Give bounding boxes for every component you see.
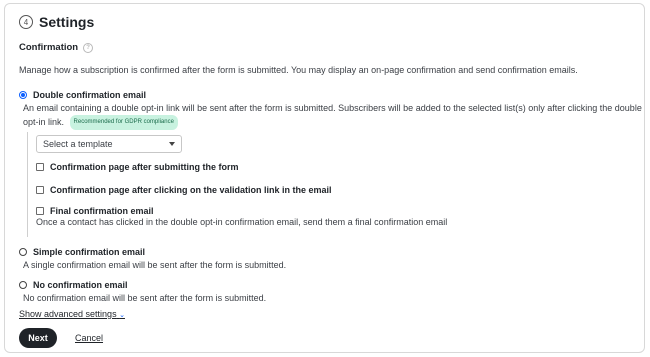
checkbox[interactable]: [36, 207, 44, 215]
checkbox-confirmation-page-submit[interactable]: Confirmation page after submitting the f…: [36, 162, 239, 172]
no-confirmation-description: No confirmation email will be sent after…: [23, 293, 267, 303]
help-icon[interactable]: ?: [83, 42, 94, 53]
radio-no-confirmation[interactable]: No confirmation email: [19, 280, 128, 290]
checkbox-final-confirmation[interactable]: Final confirmation email: [36, 206, 154, 216]
advanced-settings-label: Show advanced settings: [19, 309, 117, 319]
template-select-value: Select a template: [43, 139, 113, 149]
chevron-down-icon: ⌄: [119, 312, 125, 319]
radio-double-confirmation[interactable]: Double confirmation email: [19, 90, 146, 100]
page-title: Settings: [39, 14, 95, 30]
double-desc-line2: opt-in link. Recommended for GDPR compli…: [23, 115, 642, 130]
radio-button[interactable]: [19, 281, 27, 289]
chevron-down-icon: [169, 142, 175, 146]
template-select[interactable]: Select a template: [36, 135, 182, 153]
double-desc-line2-text: opt-in link.: [23, 116, 65, 127]
next-button[interactable]: Next: [19, 328, 57, 348]
simple-confirmation-label: Simple confirmation email: [33, 247, 146, 257]
options-divider-line: [27, 132, 28, 237]
confirmation-label: Confirmation ?: [19, 42, 94, 53]
simple-confirmation-description: A single confirmation email will be sent…: [23, 260, 287, 270]
radio-button[interactable]: [19, 248, 27, 256]
no-confirmation-label: No confirmation email: [33, 280, 128, 290]
confirmation-label-text: Confirmation: [19, 42, 79, 53]
checkbox-label: Final confirmation email: [50, 206, 154, 216]
double-confirmation-description: An email containing a double opt-in link…: [23, 102, 642, 130]
gdpr-badge: Recommended for GDPR compliance: [69, 115, 178, 130]
checkbox-label: Confirmation page after submitting the f…: [50, 162, 239, 172]
radio-simple-confirmation[interactable]: Simple confirmation email: [19, 247, 145, 257]
double-confirmation-label: Double confirmation email: [33, 90, 147, 100]
final-confirmation-description: Once a contact has clicked in the double…: [36, 217, 448, 227]
settings-panel: 4 Settings Confirmation ? Manage how a s…: [4, 3, 645, 353]
settings-header: 4 Settings: [19, 14, 94, 30]
radio-button-selected[interactable]: [19, 91, 27, 99]
checkbox[interactable]: [36, 186, 44, 194]
cancel-link[interactable]: Cancel: [75, 333, 103, 343]
show-advanced-settings-link[interactable]: Show advanced settings ⌄: [19, 309, 125, 319]
step-number-icon: 4: [19, 15, 33, 29]
checkbox-confirmation-page-validation[interactable]: Confirmation page after clicking on the …: [36, 185, 332, 195]
confirmation-description: Manage how a subscription is confirmed a…: [19, 65, 578, 75]
double-desc-line1: An email containing a double opt-in link…: [23, 103, 642, 113]
checkbox-label: Confirmation page after clicking on the …: [50, 185, 332, 195]
checkbox[interactable]: [36, 163, 44, 171]
